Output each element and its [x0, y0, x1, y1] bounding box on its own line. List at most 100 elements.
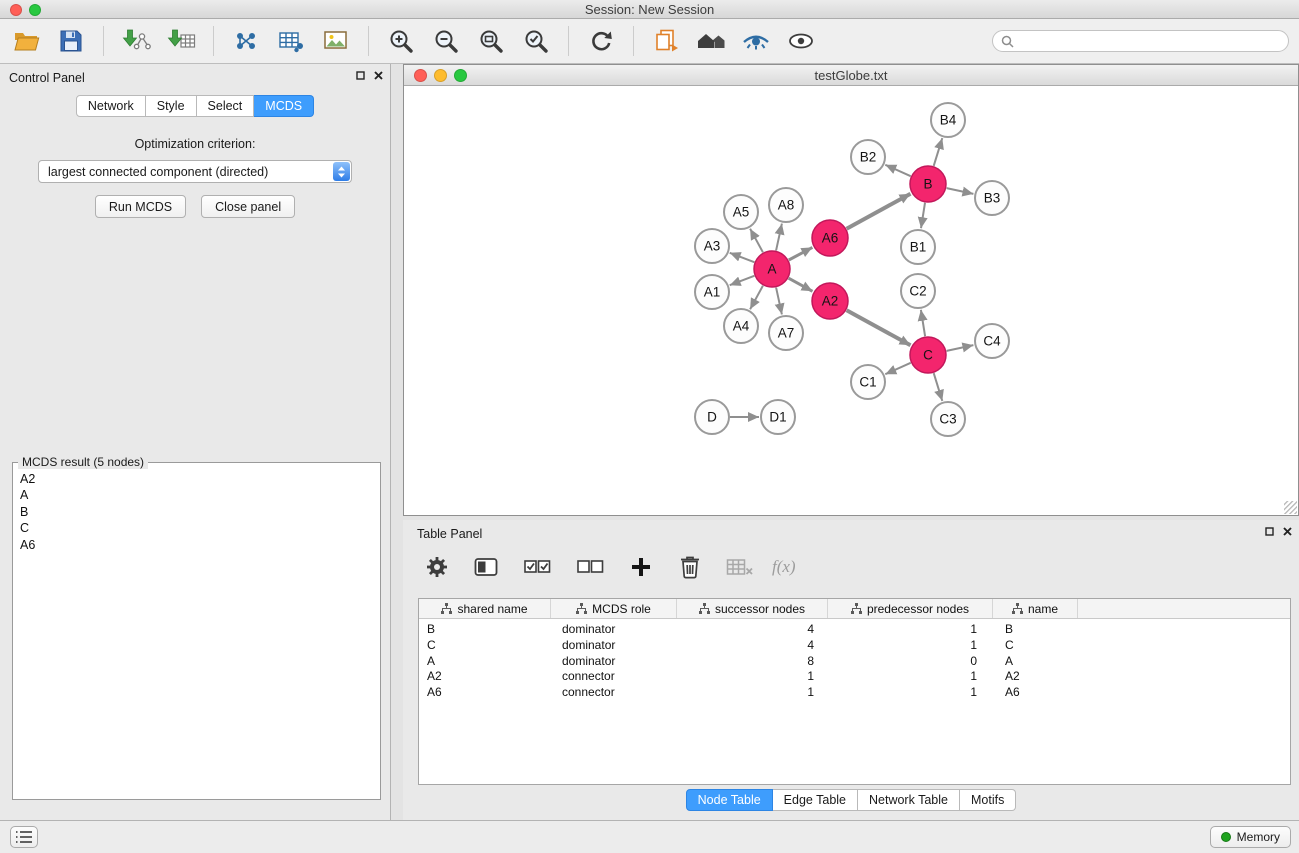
network-node-A3[interactable]: A3 [695, 229, 729, 263]
select-all-button[interactable] [519, 551, 555, 583]
mcds-result-item[interactable]: C [13, 520, 380, 536]
network-node-C4[interactable]: C4 [975, 324, 1009, 358]
visual-style-button[interactable] [740, 25, 772, 57]
tab-node-table[interactable]: Node Table [686, 789, 773, 811]
network-node-C1[interactable]: C1 [851, 365, 885, 399]
show-graphics-details-button[interactable] [785, 25, 817, 57]
close-panel-icon[interactable] [374, 71, 383, 80]
network-node-A4[interactable]: A4 [724, 309, 758, 343]
svg-text:D: D [707, 410, 717, 425]
table-row[interactable]: Cdominator41C [419, 638, 1290, 654]
column-header-successor-nodes[interactable]: successor nodes [677, 599, 828, 618]
create-column-button[interactable] [625, 551, 657, 583]
refresh-view-button[interactable] [585, 25, 617, 57]
network-edge-A2-C[interactable] [847, 310, 911, 345]
network-node-A[interactable]: A [754, 251, 790, 287]
network-edge-B-B3[interactable] [947, 188, 974, 194]
zoom-out-button[interactable] [430, 25, 462, 57]
network-edge-A-A4[interactable] [750, 286, 763, 310]
network-edge-A6-B[interactable] [847, 194, 911, 229]
new-network-table-button[interactable] [275, 25, 307, 57]
network-window-titlebar[interactable]: testGlobe.txt [404, 65, 1298, 86]
network-edge-C-C2[interactable] [921, 310, 925, 336]
network-edge-A-A2[interactable] [789, 278, 813, 291]
column-header-MCDS-role[interactable]: MCDS role [551, 599, 677, 618]
network-edge-B-B1[interactable] [921, 203, 925, 228]
network-node-B2[interactable]: B2 [851, 140, 885, 174]
network-canvas[interactable]: B4 B2 B B3 A5 A8 A6 B1 A3 A C2 A1 A2 A4 A7 C4 C C1 C3 D D1 [404, 86, 1298, 515]
network-edge-A-A5[interactable] [750, 229, 763, 253]
import-network-button[interactable] [120, 25, 152, 57]
column-header-shared-name[interactable]: shared name [419, 599, 551, 618]
zoom-in-button[interactable] [385, 25, 417, 57]
network-node-B1[interactable]: B1 [901, 230, 935, 264]
tab-motifs[interactable]: Motifs [960, 789, 1016, 811]
save-session-button[interactable] [55, 25, 87, 57]
column-header-predecessor-nodes[interactable]: predecessor nodes [828, 599, 993, 618]
network-node-B4[interactable]: B4 [931, 103, 965, 137]
network-node-C2[interactable]: C2 [901, 274, 935, 308]
deselect-all-button[interactable] [572, 551, 608, 583]
function-builder-button[interactable]: f(x) [772, 557, 796, 577]
welcome-screen-button[interactable] [695, 25, 727, 57]
table-row[interactable]: A2connector11A2 [419, 669, 1290, 685]
tab-mcds[interactable]: MCDS [254, 95, 314, 117]
zoom-fit-button[interactable] [475, 25, 507, 57]
tab-network[interactable]: Network [76, 95, 146, 117]
open-session-button[interactable] [10, 25, 42, 57]
mcds-result-item[interactable]: B [13, 504, 380, 520]
float-table-panel-icon[interactable] [1265, 527, 1274, 536]
float-panel-icon[interactable] [356, 71, 365, 80]
network-node-C[interactable]: C [910, 337, 946, 373]
network-node-C3[interactable]: C3 [931, 402, 965, 436]
mcds-result-item[interactable]: A6 [13, 537, 380, 553]
network-node-D1[interactable]: D1 [761, 400, 795, 434]
import-table-button[interactable] [165, 25, 197, 57]
open-documents-button[interactable] [650, 25, 682, 57]
mcds-result-item[interactable]: A [13, 487, 380, 503]
network-node-B[interactable]: B [910, 166, 946, 202]
network-edge-C-C4[interactable] [947, 345, 974, 351]
network-edge-A-A8[interactable] [776, 224, 782, 251]
mcds-result-item[interactable]: A2 [13, 471, 380, 487]
close-panel-button[interactable]: Close panel [201, 195, 295, 218]
delete-columns-button[interactable] [674, 551, 706, 583]
task-history-button[interactable] [10, 826, 38, 848]
show-columns-button[interactable] [470, 551, 502, 583]
network-edge-C-C3[interactable] [934, 373, 943, 401]
column-header-name[interactable]: name [993, 599, 1078, 618]
tab-edge-table[interactable]: Edge Table [773, 789, 858, 811]
network-edge-A-A1[interactable] [730, 276, 755, 285]
close-table-panel-icon[interactable] [1283, 527, 1292, 536]
network-edge-B-B4[interactable] [934, 138, 943, 166]
network-node-A2[interactable]: A2 [812, 283, 848, 319]
search-input[interactable] [1019, 34, 1280, 48]
tab-style[interactable]: Style [146, 95, 197, 117]
optimization-dropdown[interactable]: largest connected component (directed) [38, 160, 352, 183]
memory-button[interactable]: Memory [1210, 826, 1291, 848]
table-row[interactable]: A6connector11A6 [419, 685, 1290, 701]
run-mcds-button[interactable]: Run MCDS [95, 195, 186, 218]
network-edge-A-A6[interactable] [789, 247, 813, 260]
network-edge-B-B2[interactable] [885, 165, 910, 176]
network-edge-C-C1[interactable] [885, 363, 910, 374]
network-edge-A-A3[interactable] [730, 253, 755, 262]
network-node-A5[interactable]: A5 [724, 195, 758, 229]
new-network-button[interactable] [230, 25, 262, 57]
network-node-A1[interactable]: A1 [695, 275, 729, 309]
network-node-A8[interactable]: A8 [769, 188, 803, 222]
zoom-selected-button[interactable] [520, 25, 552, 57]
network-node-B3[interactable]: B3 [975, 181, 1009, 215]
table-row[interactable]: Adominator80A [419, 654, 1290, 670]
tab-select[interactable]: Select [197, 95, 255, 117]
delete-table-button[interactable] [723, 551, 755, 583]
network-edge-A-A7[interactable] [776, 288, 782, 315]
network-node-A6[interactable]: A6 [812, 220, 848, 256]
table-row[interactable]: Bdominator41B [419, 622, 1290, 638]
tab-network-table[interactable]: Network Table [858, 789, 960, 811]
network-node-A7[interactable]: A7 [769, 316, 803, 350]
network-node-D[interactable]: D [695, 400, 729, 434]
table-options-button[interactable] [421, 551, 453, 583]
export-image-button[interactable] [320, 25, 352, 57]
resize-grip[interactable] [1284, 501, 1297, 514]
